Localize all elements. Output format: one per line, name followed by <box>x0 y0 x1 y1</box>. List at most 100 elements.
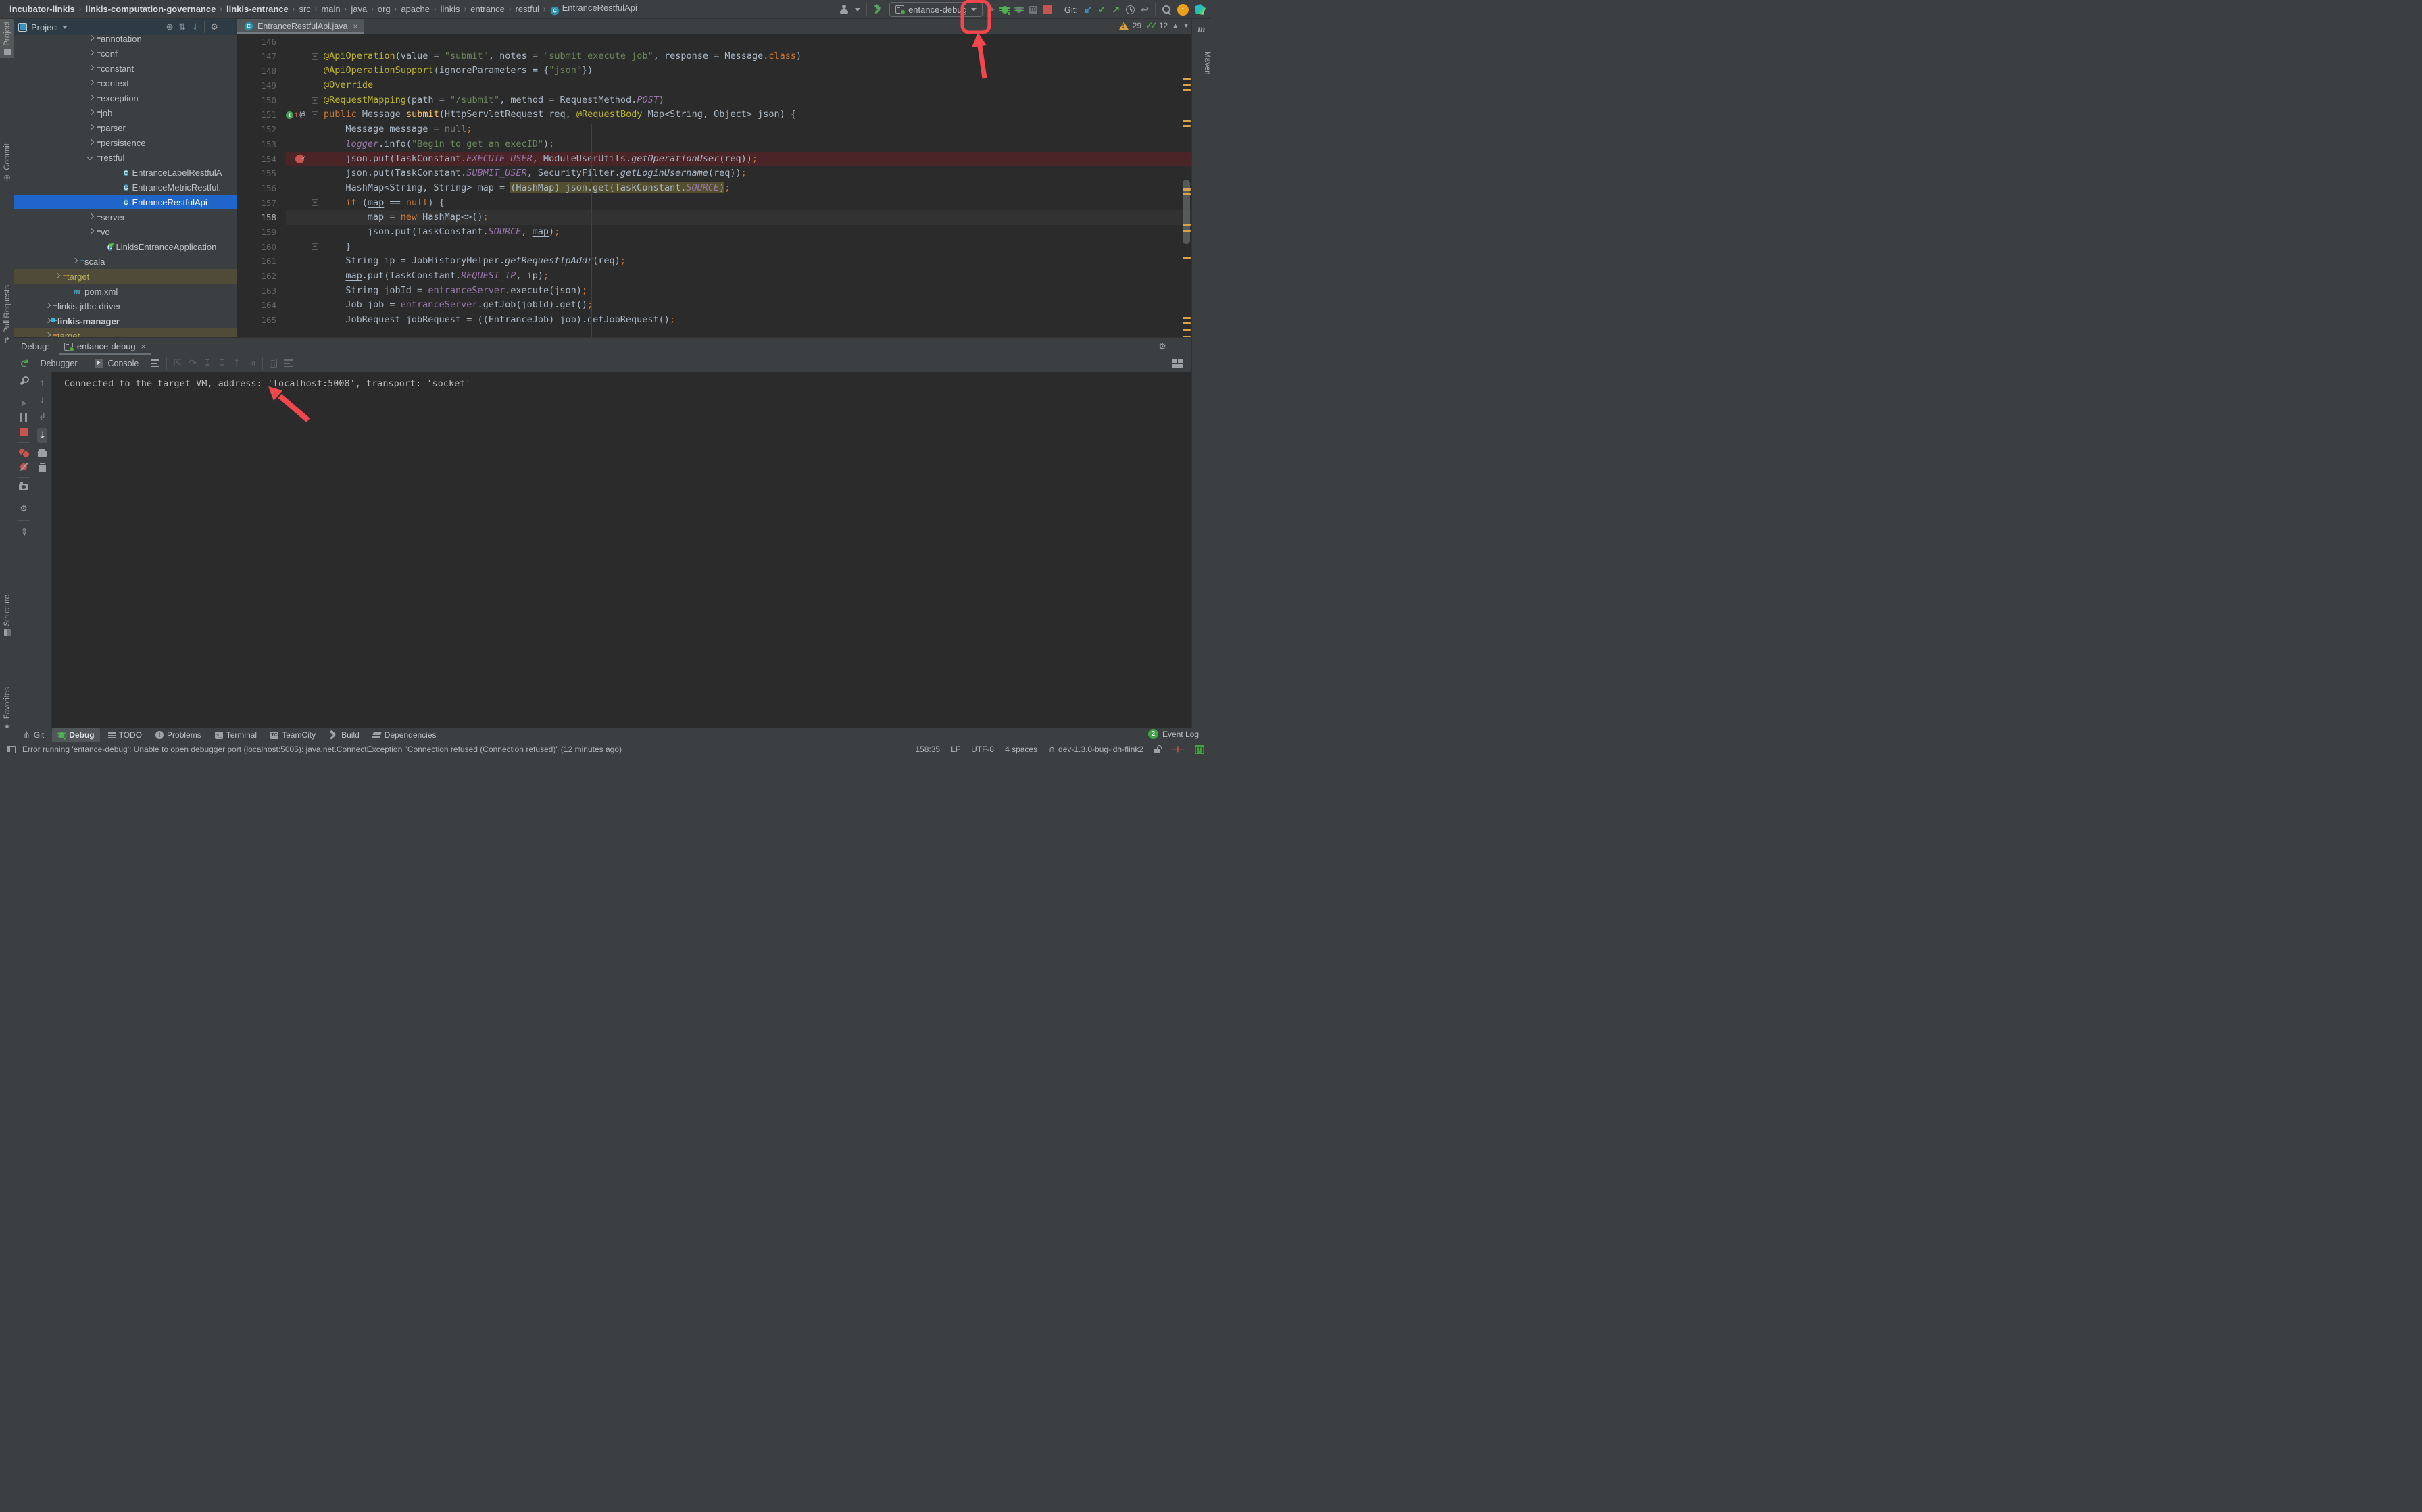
gutter[interactable] <box>286 122 309 137</box>
line-number[interactable]: 163 <box>237 284 286 299</box>
inspections-widget[interactable]: 29 ✓✓ 12 ▲ ▼ <box>1119 20 1189 31</box>
line-number[interactable]: 152 <box>237 122 286 137</box>
breadcrumb-item[interactable]: incubator-linkis <box>8 4 76 14</box>
sidebar-item-maven[interactable]: Maven <box>1192 39 1211 86</box>
status-message[interactable]: Error running 'entance-debug': Unable to… <box>22 745 622 754</box>
gutter[interactable] <box>286 254 309 269</box>
fold-column[interactable]: − <box>309 93 321 108</box>
warning-stripe-mark[interactable] <box>1183 120 1191 122</box>
code-line-146[interactable]: 146 <box>237 34 1191 49</box>
line-number[interactable]: 157 <box>237 196 286 211</box>
toolwindow-build[interactable]: Build <box>324 728 365 742</box>
code-line-150[interactable]: 150−@RequestMapping(path = "/submit", me… <box>237 93 1191 108</box>
tree-item-target[interactable]: target <box>14 328 237 337</box>
line-number[interactable]: 165 <box>237 313 286 328</box>
code-line-151[interactable]: 151I↑@−public Message submit(HttpServlet… <box>237 107 1191 122</box>
warning-stripe-mark[interactable] <box>1183 193 1191 195</box>
gutter[interactable]: I↑@ <box>286 107 309 122</box>
fold-column[interactable]: − <box>309 107 321 122</box>
breadcrumb-item[interactable]: main <box>320 4 341 14</box>
overrides-icon[interactable]: ↑ <box>294 107 299 122</box>
thread-dump-camera-icon[interactable] <box>19 484 28 490</box>
tree-item-restful[interactable]: restful <box>14 150 237 165</box>
tree-item-annotation[interactable]: annotation <box>14 31 237 46</box>
fold-column[interactable] <box>309 137 321 152</box>
code-line-154[interactable]: 154json.put(TaskConstant.EXECUTE_USER, M… <box>237 152 1191 167</box>
code-line-160[interactable]: 160−} <box>237 240 1191 255</box>
tree-item-vo[interactable]: vo <box>14 224 237 239</box>
print-icon[interactable] <box>38 451 47 457</box>
toolwindow-git[interactable]: ⋔ Git <box>18 728 49 742</box>
chevron-right-icon[interactable] <box>87 124 94 131</box>
code-line-158[interactable]: 158map = new HashMap<>(); <box>237 210 1191 225</box>
fold-column[interactable]: − <box>309 240 321 255</box>
editor-scrollbar[interactable] <box>1182 34 1191 337</box>
line-number[interactable]: 158 <box>237 210 286 225</box>
teamcity-logo-icon[interactable] <box>1195 4 1206 15</box>
profiler-button[interactable] <box>1016 5 1022 14</box>
chevron-right-icon[interactable] <box>87 139 94 146</box>
chevron-right-icon[interactable] <box>87 35 94 42</box>
code-line-162[interactable]: 162map.put(TaskConstant.REQUEST_IP, ip); <box>237 269 1191 284</box>
fold-column[interactable] <box>309 298 321 313</box>
update-available-icon[interactable]: ↑ <box>1177 4 1189 16</box>
toolwindow-problems[interactable]: ! Problems <box>150 728 207 742</box>
sidebar-item-pull-requests[interactable]: Pull Requests ↱ <box>0 282 14 347</box>
stop-button[interactable] <box>1043 5 1052 14</box>
chevron-right-icon[interactable] <box>87 80 94 86</box>
scroll-to-end-icon[interactable]: ⇣ <box>37 428 48 443</box>
step-into-icon[interactable]: ↧ <box>203 357 212 369</box>
local-history-icon[interactable] <box>1126 5 1135 14</box>
code-line-163[interactable]: 163String jobId = entranceServer.execute… <box>237 284 1191 299</box>
tree-item-entrancemetricrestful-[interactable]: CEntranceMetricRestful. <box>14 180 237 195</box>
sidebar-item-commit[interactable]: Commit ◎ <box>0 141 14 184</box>
chevron-right-icon[interactable] <box>87 95 94 101</box>
fold-column[interactable] <box>309 313 321 328</box>
tab-debugger[interactable]: Debugger <box>35 357 83 370</box>
tree-item-target[interactable]: target <box>14 269 237 284</box>
line-number[interactable]: 156 <box>237 181 286 196</box>
pin-tab-icon[interactable]: ✎ <box>18 526 30 538</box>
fold-column[interactable] <box>309 181 321 196</box>
line-number[interactable]: 159 <box>237 225 286 240</box>
sidebar-item-favorites[interactable]: Favorites ★ <box>0 684 14 734</box>
chevron-right-icon[interactable] <box>44 332 51 337</box>
fold-column[interactable] <box>309 166 321 181</box>
close-session-icon[interactable]: × <box>141 342 146 351</box>
run-configuration-combo[interactable]: entance-debug <box>889 2 983 17</box>
pause-program-icon[interactable] <box>20 413 27 422</box>
force-step-into-icon[interactable]: ↧ <box>218 357 226 369</box>
breadcrumb-item[interactable]: CEntranceRestfulApi <box>549 3 639 16</box>
fold-marker-icon[interactable]: − <box>312 111 318 118</box>
breadcrumb-item[interactable]: entrance <box>469 4 506 14</box>
gutter[interactable] <box>286 225 309 240</box>
code-line-155[interactable]: 155json.put(TaskConstant.SUBMIT_USER, Se… <box>237 166 1191 181</box>
fold-column[interactable] <box>309 34 321 49</box>
line-number[interactable]: 151 <box>237 107 286 122</box>
user-account-icon[interactable] <box>839 5 849 14</box>
next-issue-icon[interactable]: ▼ <box>1183 22 1189 30</box>
gutter[interactable] <box>286 78 309 93</box>
gutter[interactable] <box>286 181 309 196</box>
breadcrumb-item[interactable]: org <box>376 4 392 14</box>
code-line-161[interactable]: 161String ip = JobHistoryHelper.getReque… <box>237 254 1191 269</box>
fold-column[interactable] <box>309 122 321 137</box>
warning-stripe-mark[interactable] <box>1183 188 1191 191</box>
line-number[interactable]: 147 <box>237 49 286 64</box>
show-execution-point-icon[interactable]: ⇱ <box>174 357 182 369</box>
tab-console[interactable]: Console <box>89 357 144 370</box>
toolwindow-debug[interactable]: Debug <box>52 728 99 742</box>
tree-item-parser[interactable]: parser <box>14 120 237 135</box>
run-with-teamcity-button[interactable]: TC <box>1029 6 1037 14</box>
view-breakpoints-icon[interactable] <box>19 449 28 457</box>
code-line-165[interactable]: 165JobRequest jobRequest = ((EntranceJob… <box>237 313 1191 328</box>
fold-column[interactable] <box>309 152 321 167</box>
breadcrumb-item[interactable]: linkis-entrance <box>225 4 290 14</box>
toolwindow-terminal[interactable]: >_ Terminal <box>209 728 262 742</box>
chevron-right-icon[interactable] <box>71 258 78 265</box>
up-stack-icon[interactable]: ↑ <box>40 377 45 388</box>
close-tab-icon[interactable]: × <box>353 22 357 31</box>
settings-menu-icon[interactable] <box>284 359 293 367</box>
breadcrumb-item[interactable]: linkis <box>439 4 462 14</box>
fold-marker-icon[interactable]: − <box>312 243 318 250</box>
